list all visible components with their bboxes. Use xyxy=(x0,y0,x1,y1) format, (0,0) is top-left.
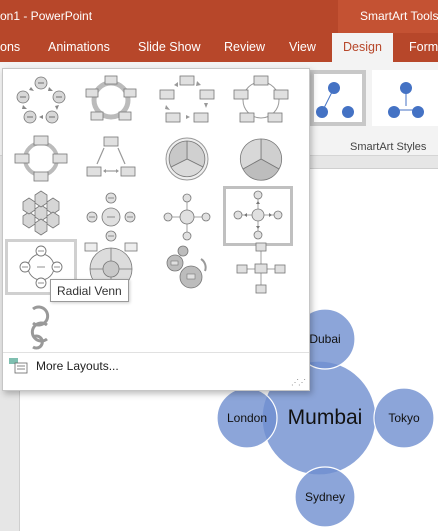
node-label-london[interactable]: London xyxy=(227,411,267,425)
tab-view[interactable]: View xyxy=(289,33,316,62)
basic-cycle-icon xyxy=(16,76,66,124)
layout-continuous-cycle[interactable] xyxy=(77,73,145,129)
layout-segmented-cycle[interactable] xyxy=(7,131,75,187)
tab-design[interactable]: Design xyxy=(332,33,393,62)
radial-cluster-icon xyxy=(163,193,211,241)
tooltip: Radial Venn xyxy=(50,279,129,302)
block-cycle-icon xyxy=(159,75,215,123)
layout-converging-radial[interactable] xyxy=(7,301,75,357)
title-bar: on1 - PowerPoint SmartArt Tools xyxy=(0,0,438,33)
window-title: on1 - PowerPoint xyxy=(0,9,93,23)
node-label-sydney[interactable]: Sydney xyxy=(305,490,345,504)
gear-icon xyxy=(166,245,207,289)
cycle-matrix-icon xyxy=(165,137,209,181)
layout-basic-pie[interactable] xyxy=(227,131,295,187)
layout-nondirectional-cycle[interactable] xyxy=(227,73,295,129)
layout-gear[interactable] xyxy=(153,241,221,297)
hexagon-radial-icon xyxy=(22,190,60,236)
layout-radial-cluster[interactable] xyxy=(153,189,221,245)
center-label[interactable]: Mumbai xyxy=(288,406,363,430)
contextual-tab-group: SmartArt Tools xyxy=(338,0,438,33)
segmented-cycle-icon xyxy=(14,135,68,182)
nondirectional-cycle-icon xyxy=(233,75,289,123)
layout-diverging-radial[interactable] xyxy=(223,186,293,246)
smartart-layouts-icon xyxy=(9,358,28,374)
tab-format[interactable]: Forma xyxy=(409,33,438,62)
tab-slide-show[interactable]: Slide Show xyxy=(138,33,201,62)
smartart-styles-label: SmartArt Styles xyxy=(350,141,427,153)
more-layouts-button[interactable]: More Layouts... xyxy=(7,356,207,378)
basic-pie-icon xyxy=(239,138,283,181)
tab-transitions[interactable]: ons xyxy=(0,33,20,62)
ribbon-tabs: ons Animations Slide Show Review View De… xyxy=(0,33,438,62)
converging-radial-icon xyxy=(30,305,50,350)
smartart-style-2[interactable] xyxy=(372,70,438,126)
node-label-tokyo[interactable]: Tokyo xyxy=(388,411,419,425)
layout-gallery: More Layouts... ⋰⋰ xyxy=(2,68,310,391)
layout-basic-radial[interactable] xyxy=(77,189,145,245)
layout-multidirectional-cycle[interactable] xyxy=(77,131,145,187)
layout-basic-cycle[interactable] xyxy=(7,73,75,129)
tab-review[interactable]: Review xyxy=(224,33,265,62)
multidirectional-cycle-icon xyxy=(86,136,136,177)
layout-hexagon-radial[interactable] xyxy=(7,189,75,245)
layout-multidirectional-radial[interactable] xyxy=(227,241,295,297)
layout-block-cycle[interactable] xyxy=(153,73,221,129)
more-layouts-label: More Layouts... xyxy=(36,359,119,373)
resize-grip-icon[interactable]: ⋰⋰ xyxy=(291,378,306,387)
basic-radial-icon xyxy=(86,192,136,242)
tab-animations[interactable]: Animations xyxy=(48,33,110,62)
diverging-radial-icon xyxy=(233,190,283,240)
smartart-style-1[interactable] xyxy=(310,70,366,126)
gallery-separator xyxy=(3,352,309,353)
continuous-cycle-icon xyxy=(85,75,137,121)
node-label-dubai[interactable]: Dubai xyxy=(309,332,340,346)
layout-cycle-matrix[interactable] xyxy=(153,131,221,187)
multidirectional-radial-icon xyxy=(236,242,286,294)
